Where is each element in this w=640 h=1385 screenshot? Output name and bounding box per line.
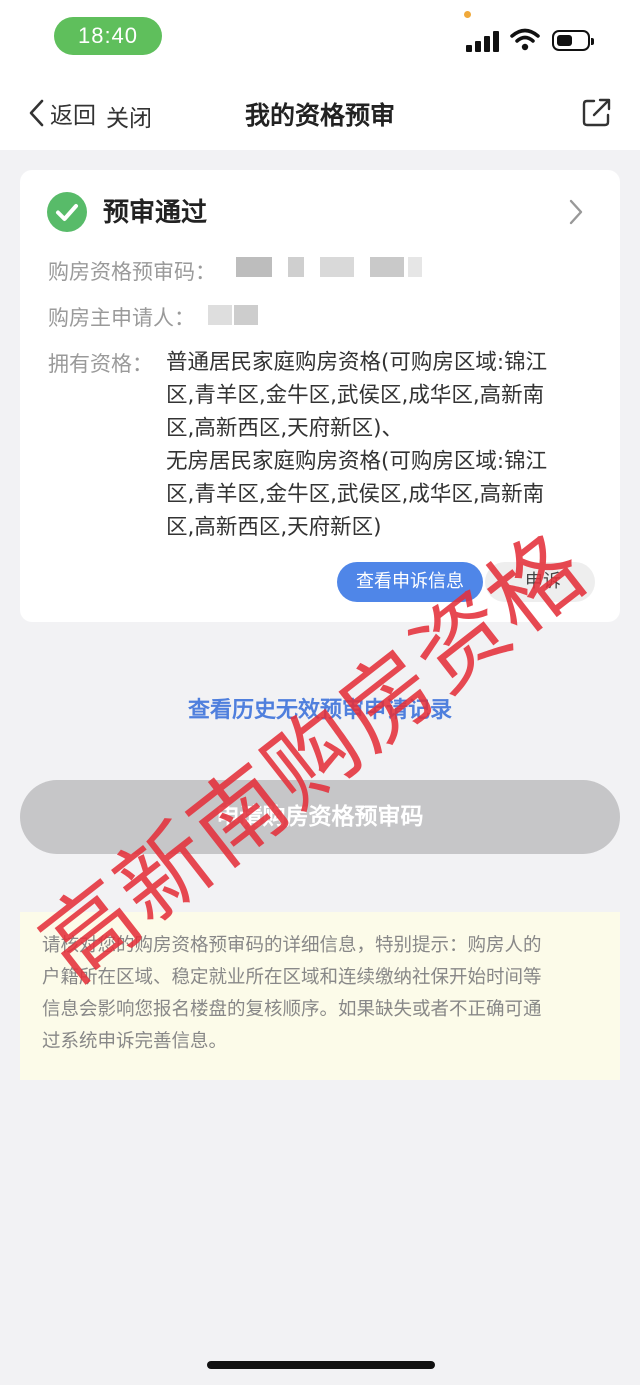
wifi-icon xyxy=(510,28,540,51)
privacy-dot xyxy=(464,11,471,18)
back-label: 返回 xyxy=(50,103,96,129)
chevron-right-icon[interactable] xyxy=(567,198,585,226)
appeal-button[interactable]: 申诉 xyxy=(485,562,595,602)
home-indicator xyxy=(207,1361,435,1369)
back-chevron-icon xyxy=(29,99,44,127)
qualification-card[interactable]: 预审通过 购房资格预审码： 购房主申请人： 拥有资格： 普通居民家庭购房资格(可… xyxy=(20,170,620,622)
page-title: 我的资格预审 xyxy=(244,101,395,130)
notice-line: 请核对您的购房资格预审码的详细信息，特别提示：购房人的 xyxy=(42,935,542,956)
top-bar: 18:40 返回 关闭 我的资格预审 xyxy=(0,0,640,150)
view-history-link[interactable]: 查看历史无效预审申请记录 xyxy=(0,692,640,724)
approval-status: 预审通过 xyxy=(103,198,208,228)
apply-precheck-code-button[interactable]: 申请购房资格预审码 xyxy=(20,780,620,854)
applicant-label: 购房主申请人： xyxy=(48,306,195,330)
battery-icon xyxy=(552,30,594,51)
precheck-code-label: 购房资格预审码： xyxy=(48,260,216,284)
qualification-details: 普通居民家庭购房资格(可购房区域:锦江 区,青羊区,金牛区,武侯区,成华区,高新… xyxy=(166,350,548,540)
status-time: 18:40 xyxy=(54,17,162,55)
back-button[interactable]: 返回 xyxy=(24,96,96,130)
notice-line: 信息会影响您报名楼盘的复核顺序。如果缺失或者不正确可通 xyxy=(42,999,542,1020)
notice-line: 户籍所在区域、稳定就业所在区域和连续缴纳社保开始时间等 xyxy=(42,967,542,988)
notice-box: 请核对您的购房资格预审码的详细信息，特别提示：购房人的 户籍所在区域、稳定就业所… xyxy=(20,912,620,1080)
check-circle-icon xyxy=(47,192,87,232)
view-appeal-info-button[interactable]: 查看申诉信息 xyxy=(337,562,483,602)
share-icon[interactable] xyxy=(580,95,614,129)
signal-icon xyxy=(466,30,500,52)
notice-line: 过系统申诉完善信息。 xyxy=(42,1031,228,1052)
close-button[interactable]: 关闭 xyxy=(106,99,152,133)
qualification-label: 拥有资格： xyxy=(48,352,153,376)
